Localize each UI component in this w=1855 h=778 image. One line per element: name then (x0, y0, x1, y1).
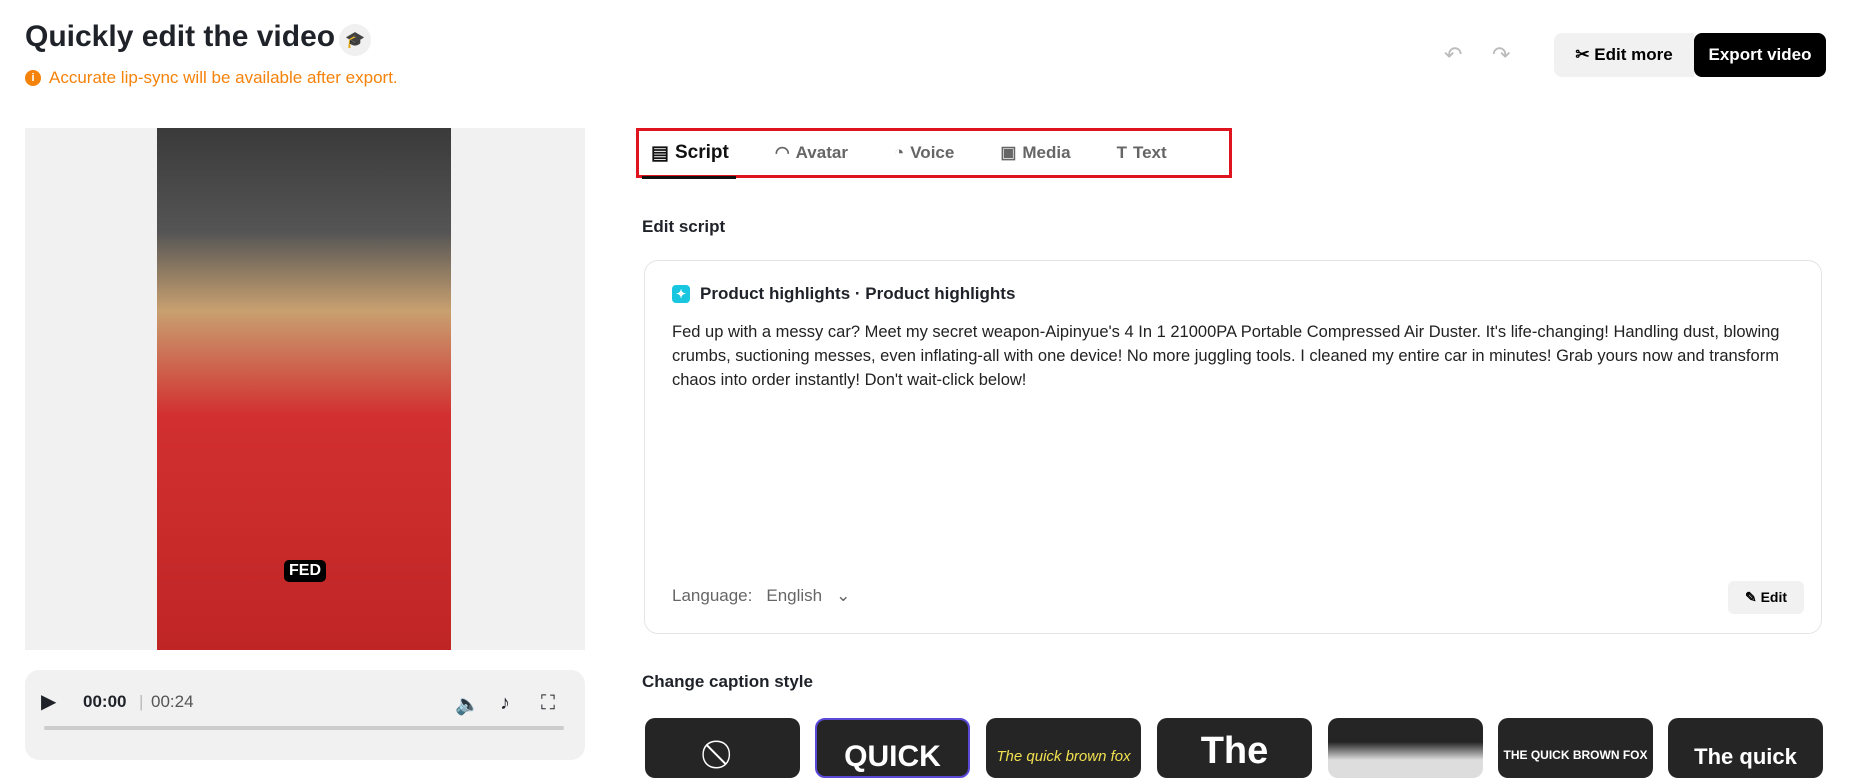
caption-style-quick-bold[interactable]: The quick (1668, 718, 1823, 778)
script-card (644, 260, 1822, 634)
caption-style-bold[interactable]: The (1157, 718, 1312, 778)
progress-bar[interactable] (44, 726, 564, 730)
tab-label: Text (1132, 143, 1167, 162)
edit-more-button[interactable]: ✂ Edit more (1554, 33, 1694, 77)
redo-icon[interactable]: ↷ (1492, 42, 1510, 68)
voice-icon: ◔ (893, 143, 905, 162)
caption-style-highlight[interactable]: THE QUICK BROWN FOX (1498, 718, 1653, 778)
notice-text: Accurate lip-sync will be available afte… (49, 68, 398, 87)
language-value: English (766, 586, 823, 605)
tab-media[interactable]: ▣ Media (1000, 143, 1070, 163)
avatar-icon: ◠ (774, 143, 790, 162)
tab-avatar[interactable]: ◠ Avatar (775, 143, 848, 163)
media-icon: ▣ (1000, 143, 1017, 162)
script-icon: ▤ (651, 142, 669, 164)
lipsync-notice: i Accurate lip-sync will be available aft… (25, 68, 398, 88)
player-controls: ▶ 00:00 | 00:24 🔈 ♪ ⛶ (25, 670, 585, 760)
sparkle-icon: ✦ (672, 285, 690, 303)
text-icon: T (1116, 143, 1127, 162)
tab-label: Script (674, 142, 729, 163)
script-text[interactable]: Fed up with a messy car? Meet my secret … (672, 320, 1802, 392)
tab-label: Avatar (795, 143, 848, 162)
tab-label: Media (1022, 143, 1071, 162)
caption-style-label: Change caption style (642, 672, 813, 691)
tab-voice[interactable]: ◔ Voice (894, 143, 954, 163)
edit-script-label: Edit script (642, 217, 726, 236)
export-video-button[interactable]: Export video (1694, 33, 1826, 77)
volume-icon[interactable]: 🔈 (455, 692, 480, 717)
caption-style-quick[interactable]: QUICK (815, 718, 970, 778)
caption-style-blur[interactable] (1328, 718, 1483, 778)
script-heading: ✦ Product highlights · Product highlights (672, 284, 1015, 304)
tiktok-icon[interactable]: ♪ (500, 692, 510, 715)
script-heading-text: Product highlights · Product highlights (700, 284, 1016, 303)
language-label: Language: (672, 586, 753, 605)
caption-style-yellow[interactable]: The quick brown fox (986, 718, 1141, 778)
edit-more-label: Edit more (1594, 45, 1673, 64)
caption-style-none[interactable]: ⃠ (645, 718, 800, 778)
fullscreen-icon[interactable]: ⛶ (541, 692, 555, 715)
undo-icon[interactable]: ↶ (1444, 42, 1462, 68)
tab-text[interactable]: T Text (1117, 143, 1167, 163)
tab-label: Voice (910, 143, 955, 162)
play-icon[interactable]: ▶ (41, 689, 56, 714)
current-time: 00:00 (83, 692, 127, 711)
page-title: Quickly edit the video (25, 20, 336, 53)
language-selector[interactable]: Language: English ⌄ (672, 586, 850, 606)
active-tab-indicator (642, 176, 736, 179)
tab-script[interactable]: ▤ Script (651, 142, 729, 165)
duration: 00:24 (151, 692, 194, 711)
video-caption: FED (284, 560, 326, 582)
editor-tabs: ▤ Script ◠ Avatar ◔ Voice ▣ Media T Text (636, 128, 1232, 178)
info-icon: i (25, 70, 41, 86)
edit-label: Edit (1760, 589, 1788, 605)
edit-script-button[interactable]: ✎ Edit (1728, 581, 1804, 614)
chevron-down-icon: ⌄ (836, 586, 851, 605)
tutorial-icon[interactable]: 🎓 (339, 24, 371, 56)
